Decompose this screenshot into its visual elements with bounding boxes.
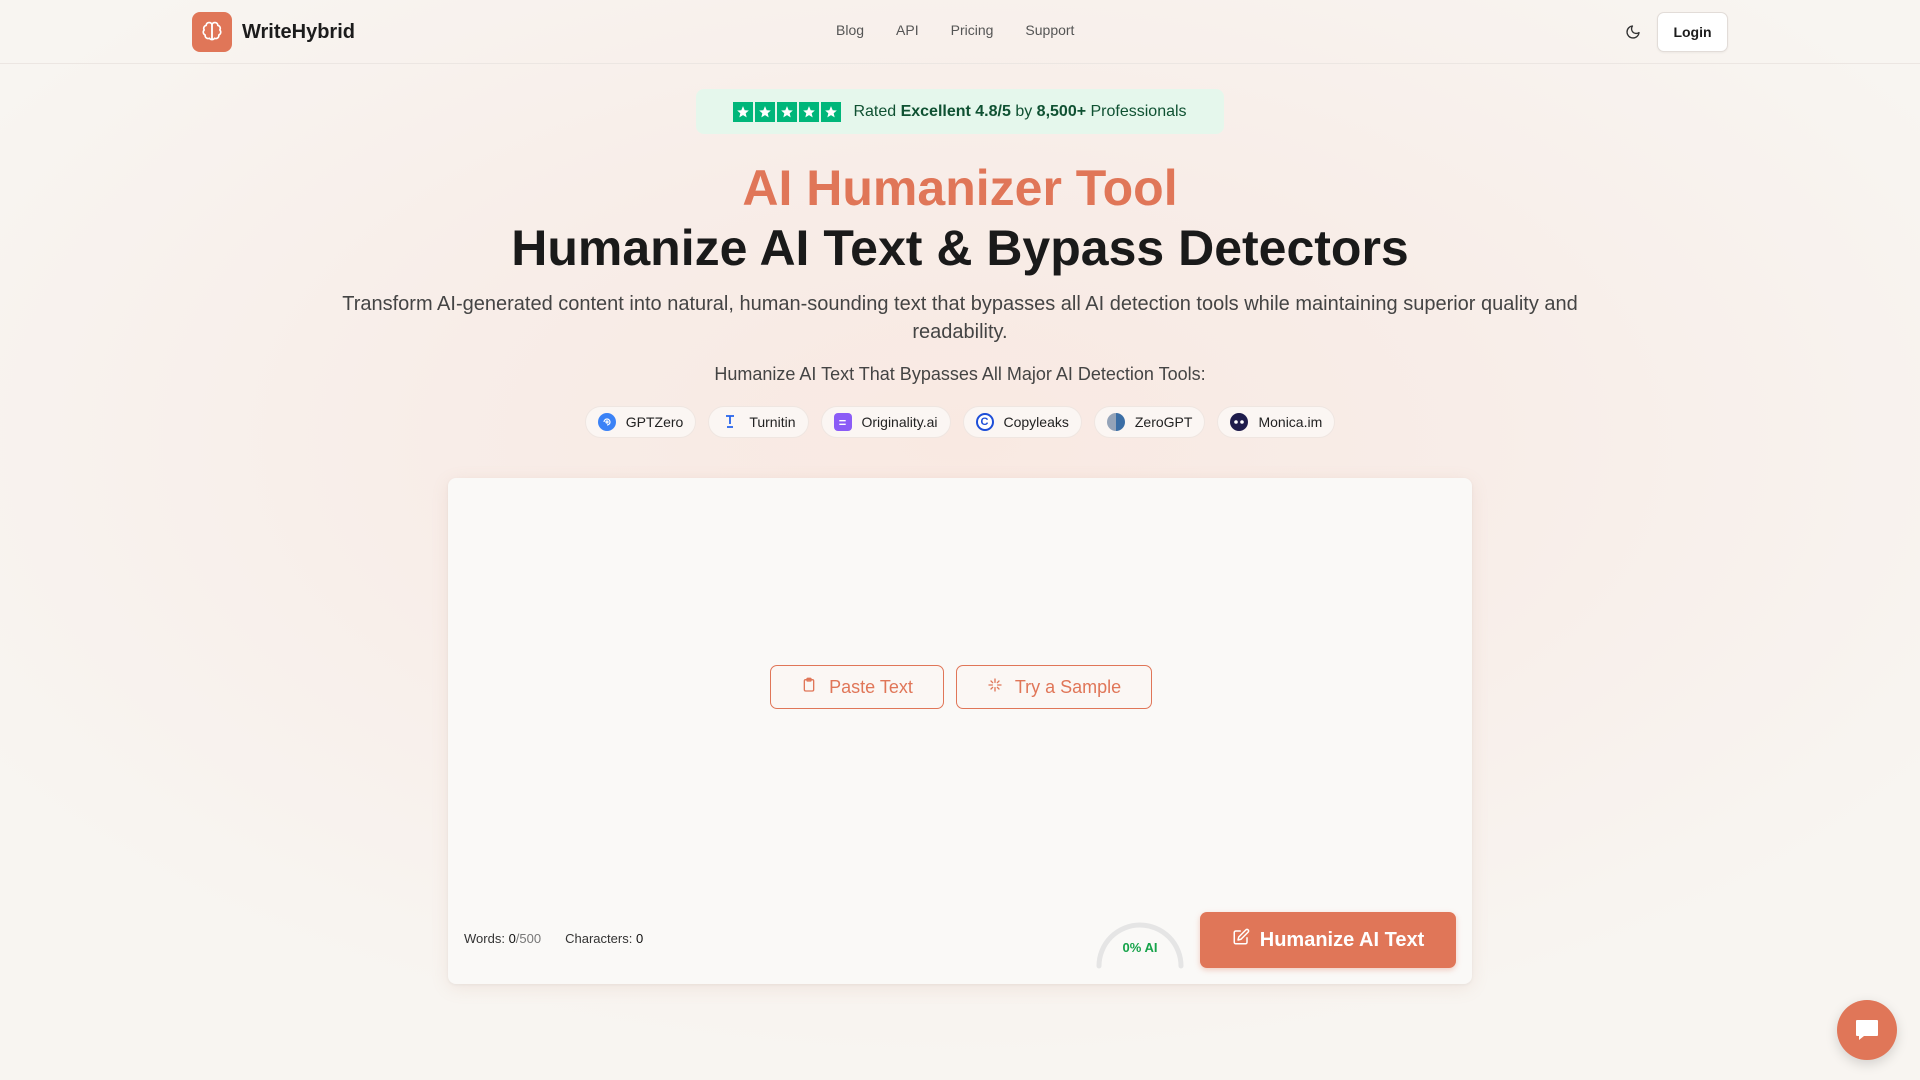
- star-icon: [777, 101, 798, 122]
- words-value: 0: [508, 931, 516, 946]
- clipboard-icon: [801, 677, 817, 698]
- edit-icon: [1232, 928, 1250, 952]
- ai-score-gauge: 0% AI: [1093, 914, 1187, 970]
- chat-bubble-icon[interactable]: [1837, 1000, 1897, 1060]
- rating-count: 8,500+: [1036, 102, 1087, 120]
- star-icon: [733, 101, 754, 122]
- humanize-label: Humanize AI Text: [1259, 928, 1425, 951]
- sparkles-icon: [987, 677, 1003, 698]
- nav-blog[interactable]: Blog: [836, 22, 864, 38]
- words-limit: /500: [515, 931, 542, 946]
- detectors-heading: Humanize AI Text That Bypasses All Major…: [714, 364, 1206, 384]
- words-label: Words:: [464, 931, 505, 946]
- detector-name: ZeroGPT: [1134, 414, 1193, 430]
- paste-text-label: Paste Text: [829, 676, 913, 697]
- try-sample-label: Try a Sample: [1014, 676, 1122, 697]
- star-icon: [755, 101, 776, 122]
- detector-chip-zerogpt: ZeroGPT: [1093, 406, 1206, 438]
- detector-chip-originality: Originality.ai: [820, 406, 951, 438]
- star-icon: [821, 101, 842, 122]
- text-editor-card[interactable]: Paste Text Try a Sample Words: 0/500 Cha…: [448, 478, 1472, 984]
- character-count: Characters: 0: [565, 931, 643, 946]
- rating-badge: Rated Excellent 4.8/5 by 8,500+ Professi…: [696, 89, 1224, 134]
- nav-api[interactable]: API: [896, 22, 919, 38]
- chars-value: 0: [635, 931, 644, 946]
- main-nav: Blog API Pricing Support: [836, 22, 1074, 38]
- rating-text: Rated Excellent 4.8/5 by 8,500+ Professi…: [853, 103, 1186, 121]
- nav-pricing[interactable]: Pricing: [951, 22, 994, 38]
- detector-chip-gptzero: GPTZero: [584, 406, 697, 438]
- detector-list: GPTZero Turnitin Originality.ai C Copyle…: [0, 406, 1920, 438]
- detector-name: Copyleaks: [1003, 414, 1069, 430]
- site-header: WriteHybrid Blog API Pricing Support Log…: [0, 0, 1920, 64]
- text-counts: Words: 0/500 Characters: 0: [464, 931, 643, 946]
- brain-logo-icon: [192, 12, 232, 52]
- detector-name: Turnitin: [749, 414, 796, 430]
- zerogpt-icon: [1106, 413, 1125, 431]
- gptzero-icon: [597, 413, 616, 431]
- hero-title: AI Humanizer Tool: [742, 160, 1178, 216]
- detector-chip-monica: Monica.im: [1217, 406, 1336, 438]
- star-icon: [799, 101, 820, 122]
- word-count: Words: 0/500: [464, 931, 541, 946]
- logo[interactable]: WriteHybrid: [192, 12, 355, 52]
- turnitin-icon: [721, 413, 739, 431]
- detector-chip-turnitin: Turnitin: [708, 406, 809, 438]
- detector-name: Monica.im: [1258, 414, 1323, 430]
- moon-icon[interactable]: [1621, 20, 1645, 44]
- try-sample-button[interactable]: Try a Sample: [956, 665, 1152, 709]
- ai-score-label: 0% AI: [1122, 940, 1158, 955]
- nav-support[interactable]: Support: [1025, 22, 1074, 38]
- login-button[interactable]: Login: [1657, 12, 1728, 52]
- detector-chip-copyleaks: C Copyleaks: [962, 406, 1082, 438]
- brand-name: WriteHybrid: [242, 20, 355, 43]
- monica-icon: [1230, 413, 1249, 431]
- star-rating: [733, 101, 842, 122]
- originality-icon: [833, 413, 852, 431]
- humanize-button[interactable]: Humanize AI Text: [1200, 912, 1456, 968]
- paste-text-button[interactable]: Paste Text: [770, 665, 944, 709]
- detector-name: GPTZero: [625, 414, 684, 430]
- detector-name: Originality.ai: [861, 414, 938, 430]
- hero-subtitle: Humanize AI Text & Bypass Detectors: [511, 220, 1409, 276]
- rating-middle: by: [1010, 102, 1037, 120]
- hero-description: Transform AI-generated content into natu…: [342, 293, 1578, 343]
- rating-suffix: Professionals: [1086, 102, 1187, 120]
- chars-label: Characters:: [565, 931, 633, 946]
- rating-grade: Excellent 4.8/5: [900, 102, 1011, 120]
- copyleaks-icon: C: [975, 413, 994, 431]
- rating-prefix: Rated: [853, 102, 901, 120]
